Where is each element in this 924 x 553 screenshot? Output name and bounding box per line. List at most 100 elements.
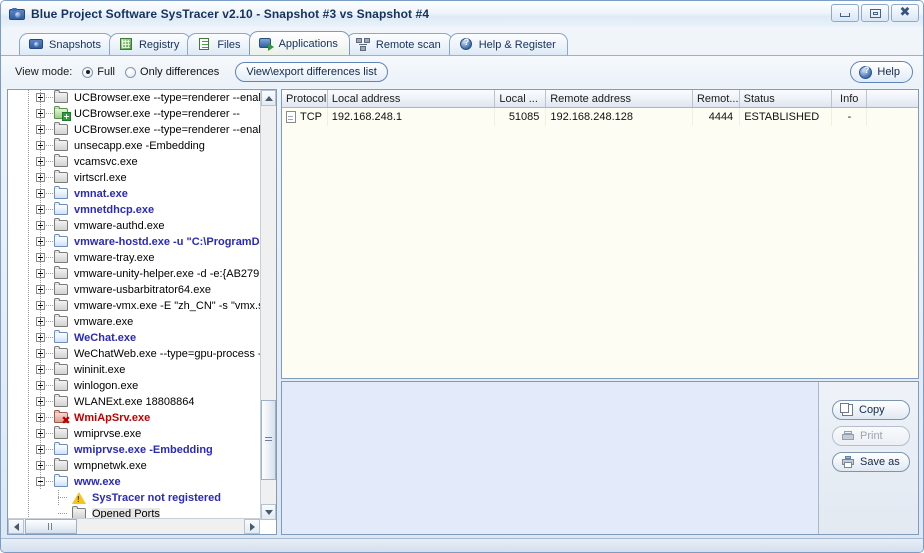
tree-item[interactable]: vmware-unity-helper.exe -d -e:{AB279 bbox=[8, 266, 260, 282]
column-header-local-address[interactable]: Local address bbox=[328, 90, 496, 107]
tree-item[interactable]: wmiprvse.exe -Embedding bbox=[8, 442, 260, 458]
scroll-up-button[interactable] bbox=[261, 90, 276, 106]
help-button[interactable]: Help bbox=[850, 61, 913, 83]
tree-item-label: www.exe bbox=[74, 476, 121, 488]
maximize-button[interactable] bbox=[861, 4, 889, 22]
save-as-button[interactable]: Save as bbox=[832, 452, 910, 472]
camera-icon bbox=[29, 38, 44, 51]
status-bar bbox=[1, 538, 923, 552]
application-window: Blue Project Software SysTracer v2.10 - … bbox=[0, 0, 924, 553]
column-header-remote-port[interactable]: Remot... bbox=[693, 90, 740, 107]
window-controls: ✖ bbox=[831, 4, 919, 22]
radio-full[interactable]: Full bbox=[82, 66, 115, 78]
column-header-protocol[interactable]: Protocol bbox=[282, 90, 328, 107]
print-button[interactable]: Print bbox=[832, 426, 910, 446]
tree-item[interactable]: vmware.exe bbox=[8, 314, 260, 330]
folder-red-deleted-icon: ✖ bbox=[54, 410, 71, 426]
folder-blue-icon bbox=[54, 186, 68, 199]
radio-only-differences[interactable]: Only differences bbox=[125, 66, 219, 78]
close-icon: ✖ bbox=[899, 5, 911, 20]
column-header-status[interactable]: Status bbox=[740, 90, 833, 107]
tree-item[interactable]: vcamsvc.exe bbox=[8, 154, 260, 170]
tree-item-label: vmware-tray.exe bbox=[74, 252, 155, 264]
folder-grey-icon bbox=[54, 138, 68, 151]
grip-icon bbox=[265, 437, 272, 443]
tree-scroll-area[interactable]: UCBrowser.exe --type=renderer --enab UCB… bbox=[8, 90, 260, 520]
print-button-label: Print bbox=[860, 430, 883, 442]
cell-local-port: 51085 bbox=[495, 108, 547, 126]
detail-panel: Copy Print Save as bbox=[281, 381, 919, 535]
close-button[interactable]: ✖ bbox=[891, 4, 919, 22]
tree-item-label: vmware-vmx.exe -E "zh_CN" -s "vmx.s bbox=[74, 300, 260, 312]
tab-label: Files bbox=[217, 38, 241, 51]
copy-button-label: Copy bbox=[859, 404, 885, 416]
column-header-local-port[interactable]: Local ... bbox=[495, 90, 547, 107]
tree-item[interactable]: wmiprvse.exe bbox=[8, 426, 260, 442]
tree-item[interactable]: virtscrl.exe bbox=[8, 170, 260, 186]
applications-icon bbox=[258, 37, 274, 51]
tree-item[interactable]: UCBrowser.exe --type=renderer --enab bbox=[8, 90, 260, 106]
tree-item-label: UCBrowser.exe --type=renderer -- bbox=[74, 108, 240, 120]
folder-grey-icon bbox=[54, 314, 68, 327]
detail-content[interactable] bbox=[282, 382, 818, 534]
table-row[interactable]: TCP 192.168.248.1 51085 192.168.248.128 … bbox=[282, 108, 918, 126]
folder-grey-icon bbox=[54, 346, 68, 359]
tree-item[interactable]: vmware-tray.exe bbox=[8, 250, 260, 266]
tree-item[interactable]: WeChatWeb.exe --type=gpu-process -- bbox=[8, 346, 260, 362]
tree-item[interactable]: winlogon.exe bbox=[8, 378, 260, 394]
scroll-left-button[interactable] bbox=[8, 519, 24, 534]
scroll-right-button[interactable] bbox=[244, 519, 260, 534]
folder-grey-icon bbox=[54, 458, 68, 471]
scroll-thumb[interactable] bbox=[261, 400, 276, 480]
scroll-thumb-horizontal[interactable] bbox=[25, 519, 77, 534]
scroll-down-button[interactable] bbox=[261, 504, 276, 520]
warning-icon bbox=[72, 492, 86, 504]
tab-registry[interactable]: Registry bbox=[108, 33, 192, 55]
view-export-differences-button[interactable]: View\export differences list bbox=[235, 62, 388, 82]
column-header-remote-address[interactable]: Remote address bbox=[546, 90, 693, 107]
tree-item[interactable]: SysTracer not registered bbox=[8, 490, 260, 506]
tree-item[interactable]: UCBrowser.exe --type=renderer -- bbox=[8, 106, 260, 122]
tree-item[interactable]: vmware-usbarbitrator64.exe bbox=[8, 282, 260, 298]
tree-item-label: vcamsvc.exe bbox=[74, 156, 138, 168]
radio-full-indicator bbox=[82, 66, 94, 78]
tree-item[interactable]: vmware-authd.exe bbox=[8, 218, 260, 234]
tree-item[interactable]: vmware-vmx.exe -E "zh_CN" -s "vmx.s bbox=[8, 298, 260, 314]
folder-blue-icon bbox=[54, 330, 68, 343]
tab-applications[interactable]: Applications bbox=[248, 31, 350, 55]
tree-horizontal-scrollbar[interactable] bbox=[8, 518, 260, 534]
tree-item-label: vmware.exe bbox=[74, 316, 134, 328]
column-header-extra[interactable] bbox=[867, 90, 918, 107]
tree-item[interactable]: UCBrowser.exe --type=renderer --enab bbox=[8, 122, 260, 138]
column-header-info[interactable]: Info bbox=[832, 90, 868, 107]
process-tree-panel: UCBrowser.exe --type=renderer --enab UCB… bbox=[7, 89, 277, 535]
minimize-button[interactable] bbox=[831, 4, 859, 22]
tree-item[interactable]: wmpnetwk.exe bbox=[8, 458, 260, 474]
radio-only-differences-label: Only differences bbox=[140, 66, 220, 78]
registry-icon bbox=[119, 38, 134, 51]
document-icon bbox=[286, 111, 296, 123]
view-mode-label: View mode: bbox=[15, 66, 73, 78]
tree-item[interactable]: vmnat.exe bbox=[8, 186, 260, 202]
tree-item[interactable]: vmware-hostd.exe -u "C:\ProgramData\ bbox=[8, 234, 260, 250]
tab-remote-scan[interactable]: Remote scan bbox=[345, 33, 453, 55]
tree-item-label: virtscrl.exe bbox=[74, 172, 127, 184]
radio-full-label: Full bbox=[97, 66, 116, 78]
print-icon bbox=[842, 430, 854, 442]
tree-item[interactable]: wininit.exe bbox=[8, 362, 260, 378]
tree-item[interactable]: vmnetdhcp.exe bbox=[8, 202, 260, 218]
tree-item[interactable]: www.exe bbox=[8, 474, 260, 490]
tree-item[interactable]: unsecapp.exe -Embedding bbox=[8, 138, 260, 154]
tab-files[interactable]: Files bbox=[187, 33, 253, 55]
tree-item[interactable]: WLANExt.exe 18808864 bbox=[8, 394, 260, 410]
save-as-icon bbox=[842, 456, 854, 468]
tab-help-register[interactable]: Help & Register bbox=[448, 33, 568, 55]
tree-item[interactable]: ✖ WmiApSrv.exe bbox=[8, 410, 260, 426]
folder-grey-icon bbox=[54, 266, 68, 279]
tree-vertical-scrollbar[interactable] bbox=[260, 90, 276, 520]
grip-icon bbox=[48, 523, 54, 530]
copy-button[interactable]: Copy bbox=[832, 400, 910, 420]
tab-snapshots[interactable]: Snapshots bbox=[19, 33, 113, 55]
help-button-label: Help bbox=[877, 66, 900, 78]
tree-item[interactable]: WeChat.exe bbox=[8, 330, 260, 346]
